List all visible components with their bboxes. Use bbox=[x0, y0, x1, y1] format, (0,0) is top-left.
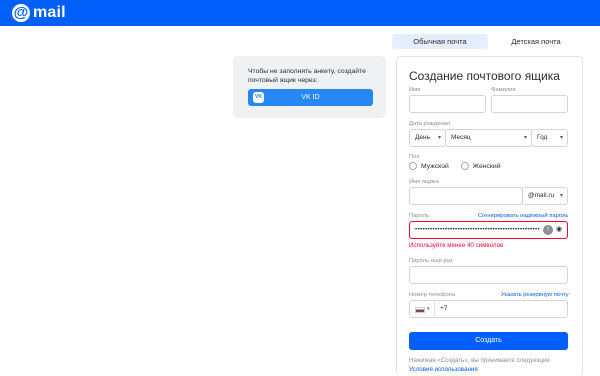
divider bbox=[434, 302, 435, 316]
gender-female-label[interactable]: Женский bbox=[473, 163, 501, 170]
password-repeat-label: Пароль ещё раз bbox=[409, 258, 453, 264]
gender-options: Мужской Женский bbox=[409, 162, 513, 170]
password-value: ••••••••••••••••••••••••••••••••••••••••… bbox=[415, 228, 541, 232]
vk-signup-card: Чтобы не заполнять анкету, создайте почт… bbox=[233, 56, 386, 118]
mailbox-label: Имя ящика bbox=[409, 179, 439, 185]
mailbox-name-field[interactable] bbox=[409, 187, 523, 205]
vk-card-text: Чтобы не заполнять анкету, создайте почт… bbox=[248, 68, 366, 84]
domain-value: @mail.ru bbox=[528, 192, 555, 199]
birth-day-select[interactable]: День ▾ bbox=[409, 129, 446, 147]
birth-month-select[interactable]: Месяц ▾ bbox=[445, 129, 532, 147]
first-name-field[interactable] bbox=[409, 95, 486, 113]
gender-female-radio[interactable] bbox=[460, 162, 469, 170]
eye-icon[interactable]: ◉ bbox=[554, 225, 564, 235]
signup-form: Создание почтового ящика Имя Фамилия Дат… bbox=[396, 56, 583, 376]
tab-regular-mail[interactable]: Обычная почта bbox=[392, 34, 488, 49]
chevron-down-icon: ▾ bbox=[559, 193, 563, 199]
at-logo-icon: @ bbox=[12, 4, 30, 22]
phone-prefix: +7 bbox=[440, 305, 448, 312]
mail-logo[interactable]: @ mail bbox=[12, 4, 66, 22]
create-button[interactable]: Создать bbox=[409, 332, 568, 350]
last-name-label: Фамилия bbox=[491, 87, 516, 93]
phone-label: Номер телефона bbox=[409, 292, 456, 298]
terms-text: Нажимая «Создать», вы принимаете следующ… bbox=[409, 357, 550, 364]
russia-flag-icon[interactable] bbox=[415, 307, 425, 313]
password-label: Пароль bbox=[409, 213, 430, 219]
backup-email-link[interactable]: Указать резервную почту bbox=[501, 292, 569, 298]
password-repeat-field[interactable] bbox=[409, 266, 568, 284]
password-error: Используйте менее 40 символов bbox=[409, 242, 504, 249]
info-icon[interactable]: ! bbox=[543, 225, 553, 235]
terms-link[interactable]: Условия использования bbox=[409, 366, 478, 373]
password-field[interactable]: ••••••••••••••••••••••••••••••••••••••••… bbox=[409, 221, 568, 239]
mail-type-tabs: Обычная почта Детская почта bbox=[392, 34, 584, 49]
birth-month-value: Месяц bbox=[451, 134, 471, 141]
chevron-down-icon: ▾ bbox=[437, 135, 441, 141]
gender-label: Пол bbox=[409, 154, 420, 160]
gender-male-radio[interactable] bbox=[409, 162, 417, 170]
birth-year-value: Год bbox=[537, 134, 548, 141]
vk-id-button[interactable]: VK VK ID bbox=[248, 89, 373, 106]
last-name-field[interactable] bbox=[491, 95, 568, 113]
domain-select[interactable]: @mail.ru ▾ bbox=[522, 187, 568, 205]
first-name-label: Имя bbox=[409, 87, 421, 93]
vk-id-button-label: VK ID bbox=[301, 94, 320, 101]
chevron-down-icon[interactable]: ▾ bbox=[427, 301, 430, 317]
top-bar: @ mail bbox=[0, 0, 600, 26]
vk-logo-icon: VK bbox=[253, 92, 264, 103]
generate-password-link[interactable]: Сгенерировать надёжный пароль bbox=[478, 213, 568, 219]
birth-day-value: День bbox=[415, 134, 430, 141]
terms-notice: Нажимая «Создать», вы принимаете следующ… bbox=[409, 357, 571, 374]
form-title: Создание почтового ящика bbox=[409, 69, 560, 83]
phone-field[interactable]: ▾ +7 bbox=[409, 300, 568, 318]
birth-year-select[interactable]: Год ▾ bbox=[531, 129, 568, 147]
logo-text: mail bbox=[33, 4, 66, 21]
tab-kids-mail[interactable]: Детская почта bbox=[488, 34, 584, 49]
birthdate-label: Дата рождения bbox=[409, 121, 450, 127]
chevron-down-icon: ▾ bbox=[523, 135, 527, 141]
gender-male-label[interactable]: Мужской bbox=[421, 163, 449, 170]
chevron-down-icon: ▾ bbox=[559, 135, 563, 141]
